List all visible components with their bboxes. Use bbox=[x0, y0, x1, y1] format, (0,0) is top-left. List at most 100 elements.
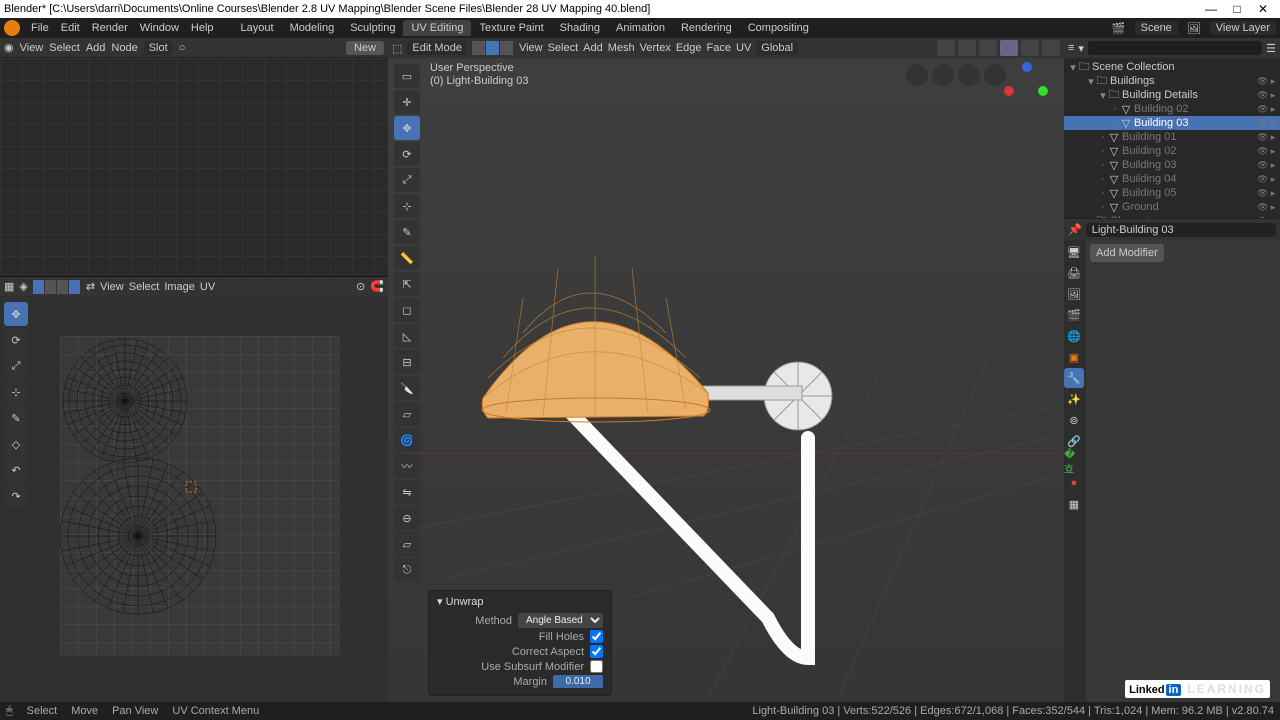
shader-node[interactable]: Node bbox=[111, 42, 137, 54]
outliner-row[interactable]: · ▽ Building 01 👁▸ bbox=[1064, 130, 1280, 144]
uv-tool-relax[interactable]: ↷ bbox=[4, 484, 28, 508]
menu-file[interactable]: File bbox=[26, 22, 54, 34]
unwrap-method-select[interactable]: Angle Based bbox=[518, 613, 603, 628]
tab-uv-editing[interactable]: UV Editing bbox=[403, 20, 471, 36]
shading-rendered-icon[interactable] bbox=[1042, 40, 1060, 56]
slot-drop[interactable]: Slot bbox=[144, 41, 173, 55]
tab-particles[interactable]: ✨ bbox=[1064, 389, 1084, 409]
operator-panel-unwrap[interactable]: ▾ Unwrap Method Angle Based Fill Holes C… bbox=[428, 590, 612, 696]
vp-edge[interactable]: Edge bbox=[676, 42, 702, 54]
vp-vertex[interactable]: Vertex bbox=[640, 42, 671, 54]
tab-sculpting[interactable]: Sculpting bbox=[342, 20, 403, 36]
outliner-row[interactable]: · ▽ Building 05 👁▸ bbox=[1064, 186, 1280, 200]
add-modifier-button[interactable]: Add Modifier bbox=[1090, 244, 1164, 262]
tab-shading[interactable]: Shading bbox=[552, 20, 608, 36]
min-button[interactable]: — bbox=[1198, 2, 1224, 16]
material-ball-icon[interactable]: ○ bbox=[179, 42, 186, 54]
tab-animation[interactable]: Animation bbox=[608, 20, 673, 36]
shader-add[interactable]: Add bbox=[86, 42, 106, 54]
uv-sync-icon[interactable]: ⇄ bbox=[86, 280, 95, 293]
outliner-row[interactable]: · ▽ Building 03 👁▸ bbox=[1064, 116, 1280, 130]
vp-uv[interactable]: UV bbox=[736, 42, 751, 54]
tab-world[interactable]: 🌐 bbox=[1064, 326, 1084, 346]
menu-window[interactable]: Window bbox=[135, 22, 184, 34]
tab-modeling[interactable]: Modeling bbox=[282, 20, 343, 36]
outliner-row[interactable]: · ▽ Building 04 👁▸ bbox=[1064, 172, 1280, 186]
tab-texture[interactable]: ▦ bbox=[1064, 494, 1084, 514]
props-breadcrumb[interactable]: Light-Building 03 bbox=[1086, 223, 1276, 237]
shading-wire-icon[interactable] bbox=[979, 40, 997, 56]
tab-physics[interactable]: ⊚ bbox=[1064, 410, 1084, 430]
orientation-drop[interactable]: Global bbox=[756, 41, 798, 55]
uv-canvas[interactable] bbox=[60, 336, 340, 656]
outliner-row[interactable]: · ▽ Building 03 👁▸ bbox=[1064, 158, 1280, 172]
viewport-body[interactable]: ▭ ✛ ✥ ⟳ ⤢ ⊹ ✎ 📏 ⇱ ◻ ◺ ⊟ 🔪 ▱ 🌀 〰 ⇋ ⊖ ▱ ⎋ … bbox=[388, 58, 1064, 702]
shader-view[interactable]: View bbox=[20, 42, 44, 54]
vp-add[interactable]: Add bbox=[583, 42, 603, 54]
shading-solid-icon[interactable] bbox=[1000, 40, 1018, 56]
menu-edit[interactable]: Edit bbox=[56, 22, 85, 34]
mesh-select-mode[interactable] bbox=[472, 41, 514, 55]
props-pin-icon[interactable]: 📌 bbox=[1068, 223, 1082, 236]
unwrap-fill-check[interactable] bbox=[590, 630, 603, 643]
vp-view[interactable]: View bbox=[519, 42, 543, 54]
vp-select[interactable]: Select bbox=[548, 42, 579, 54]
xray-toggle-icon[interactable] bbox=[958, 40, 976, 56]
outliner-filter-icon[interactable]: ▾ bbox=[1078, 42, 1084, 55]
outliner-row[interactable]: · ▽ Building 02 👁▸ bbox=[1064, 102, 1280, 116]
vp-face[interactable]: Face bbox=[707, 42, 731, 54]
tab-texture-paint[interactable]: Texture Paint bbox=[471, 20, 551, 36]
shading-matprev-icon[interactable] bbox=[1021, 40, 1039, 56]
uv-tool-cursor[interactable]: ◇ bbox=[4, 432, 28, 456]
tab-material[interactable]: ● bbox=[1064, 473, 1084, 493]
uv-select-mode[interactable] bbox=[33, 280, 81, 294]
unwrap-title[interactable]: ▾ Unwrap bbox=[437, 595, 603, 608]
uv-tool-annotate[interactable]: ✎ bbox=[4, 406, 28, 430]
outliner-type-icon[interactable]: ≡ bbox=[1068, 42, 1074, 54]
max-button[interactable]: □ bbox=[1224, 2, 1250, 16]
viewlayer-field[interactable]: View Layer bbox=[1210, 21, 1276, 35]
unwrap-subsurf-check[interactable] bbox=[590, 660, 603, 673]
outliner[interactable]: ▾🗀 Scene Collection ▾ 🗀 Buildings 👁▸ ▾ 🗀… bbox=[1064, 58, 1280, 218]
shader-select[interactable]: Select bbox=[49, 42, 80, 54]
tab-layout[interactable]: Layout bbox=[233, 20, 282, 36]
outliner-row[interactable]: · ▽ Building 02 👁▸ bbox=[1064, 144, 1280, 158]
uv-tool-rotate[interactable]: ⟳ bbox=[4, 328, 28, 352]
uv-editor-type-icon[interactable]: ▦ bbox=[4, 280, 14, 293]
tab-object[interactable]: ▣ bbox=[1064, 347, 1084, 367]
uv-snap-icon[interactable]: 🧲 bbox=[370, 280, 384, 293]
uv-tool-move[interactable]: ✥ bbox=[4, 302, 28, 326]
unwrap-margin-field[interactable]: 0.010 bbox=[553, 675, 603, 688]
tab-viewlayer[interactable]: 🖼 bbox=[1064, 284, 1084, 304]
shader-node-area[interactable] bbox=[0, 58, 388, 276]
overlay-toggle-icon[interactable] bbox=[937, 40, 955, 56]
editor-type-icon[interactable]: ◉ bbox=[4, 41, 14, 54]
uv-tool-scale[interactable]: ⤢ bbox=[4, 354, 28, 378]
new-material-button[interactable]: New bbox=[346, 41, 384, 55]
tab-compositing[interactable]: Compositing bbox=[740, 20, 817, 36]
unwrap-aspect-check[interactable] bbox=[590, 645, 603, 658]
uv-pivot-icon[interactable]: ⊙ bbox=[356, 280, 365, 293]
uv-image[interactable]: Image bbox=[164, 281, 195, 293]
menu-render[interactable]: Render bbox=[87, 22, 133, 34]
outliner-row[interactable]: ▾ 🗀 Buildings 👁▸ bbox=[1064, 74, 1280, 88]
uv-tool-grab[interactable]: ↶ bbox=[4, 458, 28, 482]
menu-help[interactable]: Help bbox=[186, 22, 219, 34]
tab-rendering[interactable]: Rendering bbox=[673, 20, 740, 36]
vp-editor-icon[interactable]: ⬚ bbox=[392, 42, 402, 55]
outliner-search[interactable] bbox=[1088, 41, 1262, 55]
uv-view[interactable]: View bbox=[100, 281, 124, 293]
scene-field[interactable]: Scene bbox=[1135, 21, 1178, 35]
uv-uv[interactable]: UV bbox=[200, 281, 215, 293]
uv-tool-transform[interactable]: ⊹ bbox=[4, 380, 28, 404]
tab-output[interactable]: 🖨 bbox=[1064, 263, 1084, 283]
close-button[interactable]: ✕ bbox=[1250, 2, 1276, 16]
tab-modifier[interactable]: 🔧 bbox=[1064, 368, 1084, 388]
outliner-filter2-icon[interactable]: ☰ bbox=[1266, 42, 1276, 55]
uv-select[interactable]: Select bbox=[129, 281, 160, 293]
tab-render[interactable]: 🖥 bbox=[1064, 242, 1084, 262]
tab-scene[interactable]: 🎬 bbox=[1064, 305, 1084, 325]
tab-mesh[interactable]: �효 bbox=[1064, 452, 1084, 472]
uv-editor[interactable]: ✥ ⟳ ⤢ ⊹ ✎ ◇ ↶ ↷ bbox=[0, 296, 388, 702]
mode-dropdown[interactable]: Edit Mode bbox=[407, 41, 467, 55]
